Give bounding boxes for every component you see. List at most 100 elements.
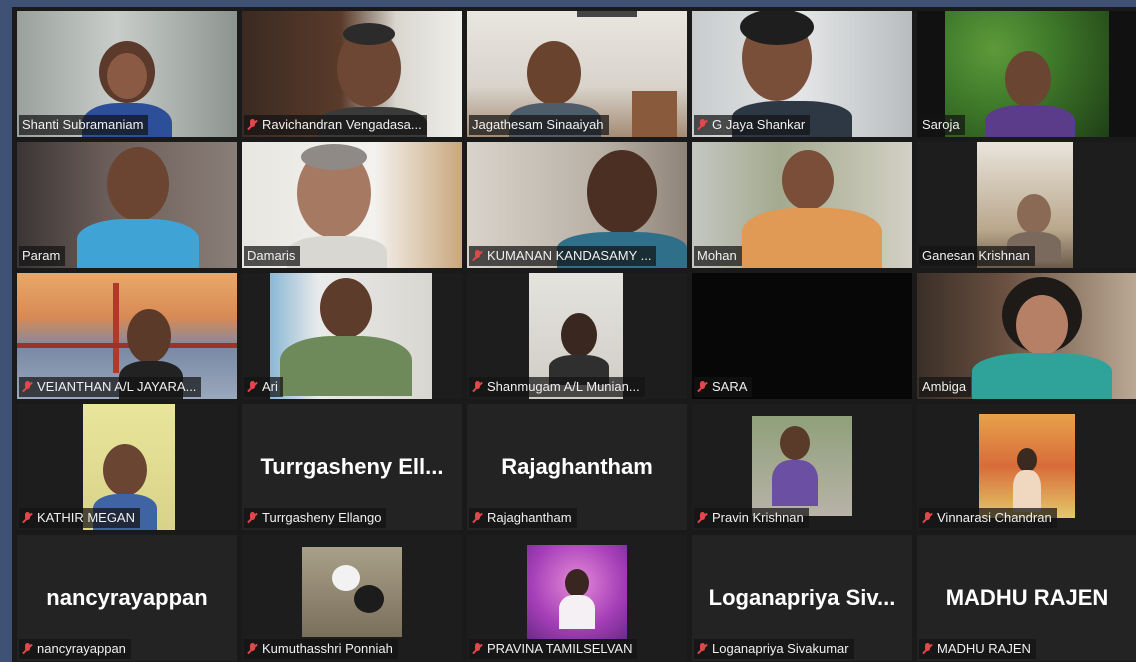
participant-name: Rajaghantham [487, 510, 572, 525]
muted-mic-icon [472, 511, 483, 525]
participant-name-tag: Pravin Krishnan [694, 508, 809, 528]
participant-name: KATHIR MEGAN [37, 510, 135, 525]
participant-tile[interactable]: Saroja [917, 11, 1136, 137]
participant-name-tag: Ari [244, 377, 283, 397]
participant-tile[interactable]: PRAVINA TAMILSELVAN [467, 535, 687, 661]
participant-tile[interactable]: Ganesan Krishnan [917, 142, 1136, 268]
participant-name: KUMANAN KANDASAMY ... [487, 248, 652, 263]
participant-name-tag: Rajaghantham [469, 508, 577, 528]
muted-mic-icon [697, 642, 708, 656]
participant-name-tag: Jagathesam Sinaaiyah [469, 115, 609, 135]
participant-name: Saroja [922, 117, 960, 132]
participant-name-tag: Kumuthasshri Ponniah [244, 639, 398, 659]
participant-tile[interactable]: Mohan [692, 142, 912, 268]
golden-gate-bridge-background [113, 283, 119, 373]
muted-mic-icon [22, 642, 33, 656]
panda-head [332, 565, 360, 591]
muted-mic-icon [922, 511, 933, 525]
participant-name: Shanmugam A/L Munian... [487, 379, 640, 394]
participant-name: G Jaya Shankar [712, 117, 806, 132]
participant-name-tag: Ganesan Krishnan [919, 246, 1035, 266]
participant-name-tag: SARA [694, 377, 753, 397]
participant-name-tag: PRAVINA TAMILSELVAN [469, 639, 638, 659]
muted-mic-icon [247, 642, 258, 656]
participant-tile[interactable]: Turrgasheny Ell... Turrgasheny Ellango [242, 404, 462, 530]
participant-name: Param [22, 248, 61, 263]
muted-mic-icon [247, 511, 258, 525]
participant-name: VEIANTHAN A/L JAYARA... [37, 379, 197, 394]
participant-display-name: MADHU RAJEN [945, 585, 1109, 610]
video-gallery: Shanti Subramaniam Ravichandran Vengadas… [12, 7, 1136, 662]
participant-tile[interactable]: Kumuthasshri Ponniah [242, 535, 462, 661]
participant-tile[interactable]: Rajaghantham Rajaghantham [467, 404, 687, 530]
participant-display-name: nancyrayappan [46, 585, 208, 610]
participant-display-name: Loganapriya Siv... [708, 585, 896, 610]
participant-name-tag: KUMANAN KANDASAMY ... [469, 246, 657, 266]
participant-tile[interactable]: Shanmugam A/L Munian... [467, 273, 687, 399]
participant-name-tag: Mohan [694, 246, 742, 266]
participant-name: Ravichandran Vengadasa... [262, 117, 422, 132]
participant-name-tag: Ravichandran Vengadasa... [244, 115, 427, 135]
participant-tile[interactable]: nancyrayappan nancyrayappan [17, 535, 237, 661]
participant-name-tag: Saroja [919, 115, 965, 135]
ceiling-fan-icon [577, 11, 637, 17]
participant-tile[interactable]: Ravichandran Vengadasa... [242, 11, 462, 137]
participant-name: Ari [262, 379, 278, 394]
muted-mic-icon [472, 380, 483, 394]
door-frame [632, 91, 677, 137]
participant-name: Vinnarasi Chandran [937, 510, 1052, 525]
muted-mic-icon [697, 118, 708, 132]
participant-name-tag: nancyrayappan [19, 639, 131, 659]
panda-picture [302, 547, 402, 637]
muted-mic-icon [22, 380, 33, 394]
muted-mic-icon [697, 511, 708, 525]
participant-name-tag: Param [19, 246, 66, 266]
participant-name: Damaris [247, 248, 296, 263]
muted-mic-icon [472, 642, 483, 656]
participant-tile[interactable]: Jagathesam Sinaaiyah [467, 11, 687, 137]
participant-name: Ambiga [922, 379, 967, 394]
participant-name: PRAVINA TAMILSELVAN [487, 641, 633, 656]
muted-mic-icon [247, 118, 258, 132]
participant-tile[interactable]: MADHU RAJEN MADHU RAJEN [917, 535, 1136, 661]
participant-name: Pravin Krishnan [712, 510, 804, 525]
participant-display-name: Rajaghantham [501, 454, 653, 479]
participant-tile[interactable]: Pravin Krishnan [692, 404, 912, 530]
participant-name: Turrgasheny Ellango [262, 510, 382, 525]
participant-name-tag: Vinnarasi Chandran [919, 508, 1057, 528]
participant-name: Shanti Subramaniam [22, 117, 144, 132]
participant-name: Mohan [697, 248, 737, 263]
participant-tile[interactable]: Loganapriya Siv... Loganapriya Sivakumar [692, 535, 912, 661]
participant-tile[interactable]: Damaris [242, 142, 462, 268]
participant-name-tag: Shanmugam A/L Munian... [469, 377, 645, 397]
participant-name: Jagathesam Sinaaiyah [472, 117, 604, 132]
participant-tile[interactable]: Param [17, 142, 237, 268]
participant-grid: Shanti Subramaniam Ravichandran Vengadas… [17, 11, 1136, 661]
participant-name-tag: Shanti Subramaniam [19, 115, 149, 135]
participant-name-tag: Turrgasheny Ellango [244, 508, 387, 528]
muted-mic-icon [22, 511, 33, 525]
participant-tile[interactable]: VEIANTHAN A/L JAYARA... [17, 273, 237, 399]
participant-name-tag: MADHU RAJEN [919, 639, 1036, 659]
participant-tile[interactable]: Shanti Subramaniam [17, 11, 237, 137]
participant-tile[interactable]: KATHIR MEGAN [17, 404, 237, 530]
muted-mic-icon [922, 642, 933, 656]
participant-tile[interactable]: Vinnarasi Chandran [917, 404, 1136, 530]
participant-name: SARA [712, 379, 748, 394]
muted-mic-icon [472, 249, 483, 263]
participant-tile[interactable]: SARA [692, 273, 912, 399]
participant-tile[interactable]: Ambiga [917, 273, 1136, 399]
participant-name-tag: G Jaya Shankar [694, 115, 811, 135]
participant-tile[interactable]: G Jaya Shankar [692, 11, 912, 137]
participant-name-tag: VEIANTHAN A/L JAYARA... [19, 377, 202, 397]
participant-name-tag: Ambiga [919, 377, 972, 397]
participant-name: nancyrayappan [37, 641, 126, 656]
participant-name-tag: Damaris [244, 246, 301, 266]
participant-name: Loganapriya Sivakumar [712, 641, 849, 656]
participant-tile[interactable]: Ari [242, 273, 462, 399]
participant-name: Ganesan Krishnan [922, 248, 1030, 263]
participant-display-name: Turrgasheny Ell... [260, 454, 444, 479]
participant-name: MADHU RAJEN [937, 641, 1031, 656]
participant-tile[interactable]: KUMANAN KANDASAMY ... [467, 142, 687, 268]
participant-name: Kumuthasshri Ponniah [262, 641, 393, 656]
